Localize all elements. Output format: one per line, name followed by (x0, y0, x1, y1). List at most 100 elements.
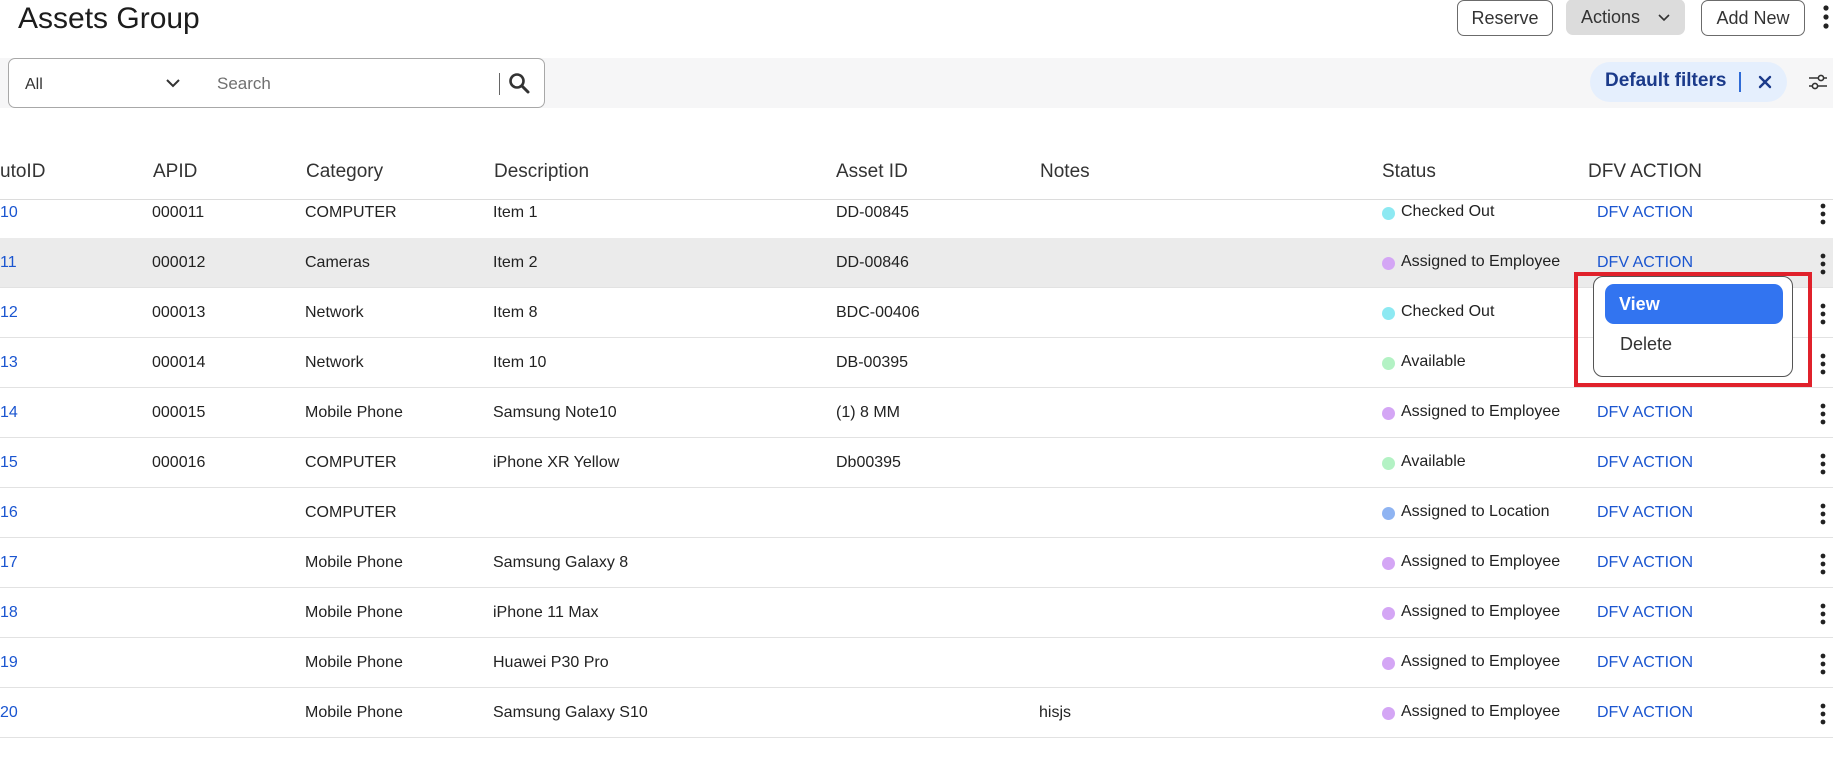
page-title: Assets Group (18, 2, 200, 35)
chevron-down-icon (165, 73, 181, 98)
table-row[interactable]: 12 000013 Network Item 8 BDC-00406 Check… (0, 288, 1833, 338)
status-cell: Checked Out (1401, 203, 1495, 220)
description-cell: Item 10 (493, 354, 547, 371)
apid-cell: 000015 (152, 404, 206, 421)
default-filters-chip[interactable]: Default filters (1590, 62, 1787, 102)
description-cell: iPhone 11 Max (493, 604, 599, 621)
table-row[interactable]: 18 Mobile Phone iPhone 11 Max Assigned t… (0, 588, 1833, 638)
autoid-link[interactable]: 12 (0, 304, 18, 322)
asset-id-cell: (1) 8 MM (836, 404, 900, 421)
status-cell: Assigned to Employee (1401, 403, 1561, 420)
actions-dropdown-button[interactable]: Actions (1566, 0, 1685, 35)
status-cell: Assigned to Employee (1401, 603, 1561, 620)
add-new-button[interactable]: Add New (1701, 0, 1805, 36)
search-icon[interactable] (507, 71, 531, 100)
status-dot (1382, 357, 1395, 370)
filter-settings-icon[interactable] (1808, 73, 1828, 96)
row-more-icon[interactable] (1820, 703, 1826, 725)
asset-id-cell: DD-00846 (836, 254, 909, 271)
chevron-down-icon (1658, 10, 1670, 25)
row-more-icon[interactable] (1820, 303, 1826, 325)
column-header-autoid[interactable]: utoID (0, 161, 45, 183)
autoid-link[interactable]: 16 (0, 504, 18, 522)
table-row[interactable]: 19 Mobile Phone Huawei P30 Pro Assigned … (0, 638, 1833, 688)
category-select-value: All (25, 76, 43, 93)
column-header-apid[interactable]: APID (153, 161, 197, 183)
apid-cell: 000013 (152, 304, 206, 321)
column-header-status[interactable]: Status (1382, 161, 1436, 183)
column-header-asset-id[interactable]: Asset ID (836, 161, 908, 183)
status-dot (1382, 557, 1395, 570)
row-more-icon[interactable] (1820, 353, 1826, 375)
column-header-description[interactable]: Description (494, 161, 589, 183)
status-cell: Assigned to Employee (1401, 253, 1561, 270)
table-row[interactable]: 11 000012 Cameras Item 2 DD-00846 Assign… (0, 238, 1833, 288)
table-row[interactable]: 14 000015 Mobile Phone Samsung Note10 (1… (0, 388, 1833, 438)
category-cell: Network (305, 354, 364, 371)
description-cell: Samsung Galaxy S10 (493, 704, 648, 721)
dfv-action-link[interactable]: DFV ACTION (1597, 254, 1693, 272)
table-row[interactable]: 13 000014 Network Item 10 DB-00395 Avail… (0, 338, 1833, 388)
reserve-button[interactable]: Reserve (1457, 0, 1553, 36)
category-cell: Mobile Phone (305, 554, 403, 571)
description-cell: Item 2 (493, 254, 538, 271)
close-icon[interactable] (1757, 74, 1773, 95)
autoid-link[interactable]: 15 (0, 454, 18, 472)
status-dot (1382, 607, 1395, 620)
search-input[interactable] (215, 71, 489, 97)
dfv-action-link[interactable]: DFV ACTION (1597, 504, 1693, 522)
autoid-link[interactable]: 19 (0, 654, 18, 672)
table-row[interactable]: 16 COMPUTER Assigned to Location DFV ACT… (0, 488, 1833, 538)
column-header-notes[interactable]: Notes (1040, 161, 1090, 183)
row-more-icon[interactable] (1820, 603, 1826, 625)
autoid-link[interactable]: 10 (0, 204, 18, 222)
dfv-action-link[interactable]: DFV ACTION (1597, 704, 1693, 722)
dfv-action-link[interactable]: DFV ACTION (1597, 654, 1693, 672)
table-row[interactable]: 20 Mobile Phone Samsung Galaxy S10 hisjs… (0, 688, 1833, 738)
chip-divider (1739, 72, 1741, 92)
autoid-link[interactable]: 14 (0, 404, 18, 422)
status-cell: Available (1401, 353, 1466, 370)
dfv-action-link[interactable]: DFV ACTION (1597, 554, 1693, 572)
autoid-link[interactable]: 13 (0, 354, 18, 372)
category-cell: Mobile Phone (305, 404, 403, 421)
status-cell: Assigned to Employee (1401, 553, 1561, 570)
row-more-icon[interactable] (1820, 453, 1826, 475)
table-row[interactable]: 15 000016 COMPUTER iPhone XR Yellow Db00… (0, 438, 1833, 488)
apid-cell: 000014 (152, 354, 206, 371)
status-cell: Checked Out (1401, 303, 1495, 320)
row-more-icon[interactable] (1820, 253, 1826, 275)
dfv-action-link[interactable]: DFV ACTION (1597, 204, 1693, 222)
autoid-link[interactable]: 17 (0, 554, 18, 572)
description-cell: Samsung Note10 (493, 404, 617, 421)
description-cell: Item 1 (493, 204, 538, 221)
row-more-icon[interactable] (1820, 653, 1826, 675)
status-cell: Assigned to Employee (1401, 653, 1561, 670)
row-more-icon[interactable] (1820, 553, 1826, 575)
notes-cell: hisjs (1039, 704, 1072, 721)
dfv-action-link[interactable]: DFV ACTION (1597, 604, 1693, 622)
status-cell: Available (1401, 453, 1466, 470)
category-select[interactable]: All (8, 58, 196, 108)
row-more-icon[interactable] (1820, 503, 1826, 525)
dfv-action-link[interactable]: DFV ACTION (1597, 454, 1693, 472)
status-dot (1382, 407, 1395, 420)
category-cell: COMPUTER (305, 504, 397, 521)
category-cell: COMPUTER (305, 204, 397, 221)
autoid-link[interactable]: 18 (0, 604, 18, 622)
table-row[interactable]: 10 000011 COMPUTER Item 1 DD-00845 Check… (0, 190, 1833, 240)
more-options-icon[interactable] (1822, 4, 1830, 32)
asset-id-cell: BDC-00406 (836, 304, 920, 321)
row-more-icon[interactable] (1820, 203, 1826, 225)
autoid-link[interactable]: 20 (0, 704, 18, 722)
category-cell: Mobile Phone (305, 654, 403, 671)
apid-cell: 000011 (152, 204, 205, 221)
description-cell: Huawei P30 Pro (493, 654, 609, 671)
column-header-dfv-action[interactable]: DFV ACTION (1588, 161, 1702, 183)
category-cell: Mobile Phone (305, 604, 403, 621)
column-header-category[interactable]: Category (306, 161, 383, 183)
dfv-action-link[interactable]: DFV ACTION (1597, 404, 1693, 422)
autoid-link[interactable]: 11 (0, 254, 17, 272)
row-more-icon[interactable] (1820, 403, 1826, 425)
table-row[interactable]: 17 Mobile Phone Samsung Galaxy 8 Assigne… (0, 538, 1833, 588)
